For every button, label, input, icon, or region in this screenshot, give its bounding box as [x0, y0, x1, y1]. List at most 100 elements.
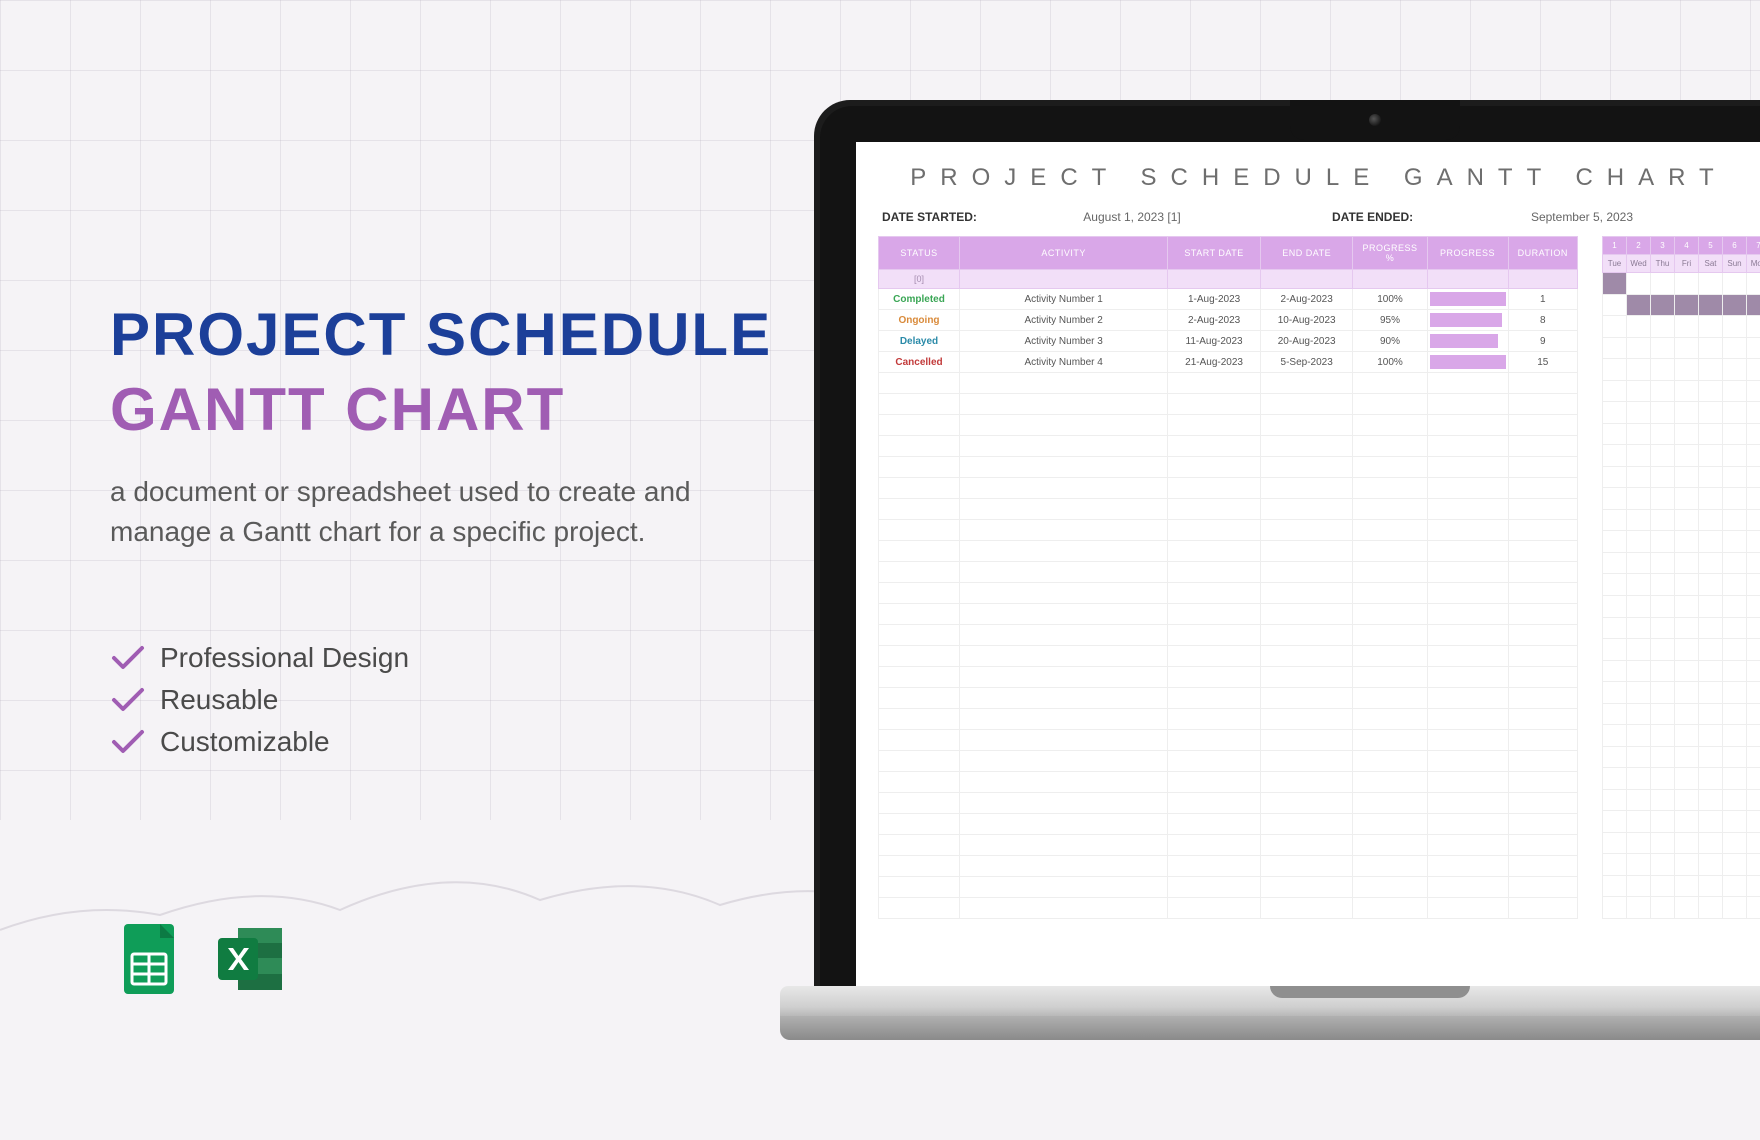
start-cell: 21-Aug-2023: [1168, 352, 1261, 373]
gantt-row: [1603, 337, 1760, 359]
gantt-row: [1603, 359, 1760, 381]
table-row: [879, 730, 1578, 751]
gantt-cell: [1699, 789, 1723, 811]
gantt-cell: [1699, 574, 1723, 596]
gantt-cell: [1675, 552, 1699, 574]
gantt-day-cell: Tue: [1603, 255, 1627, 273]
gantt-cell: [1747, 509, 1760, 531]
gantt-cell: [1603, 359, 1627, 381]
table-row: [879, 814, 1578, 835]
gantt-cell: [1603, 595, 1627, 617]
gantt-cell: [1699, 595, 1723, 617]
activity-cell: Activity Number 4: [960, 352, 1168, 373]
camera-icon: [1369, 114, 1381, 126]
gantt-row: [1603, 811, 1760, 833]
gantt-row: [1603, 832, 1760, 854]
gantt-cell: [1675, 875, 1699, 897]
gantt-number-row: 12345678: [1603, 237, 1760, 255]
gantt-cell: [1603, 316, 1627, 338]
table-header-row: STATUS ACTIVITY START DATE END DATE PROG…: [879, 237, 1578, 270]
table-row: [879, 394, 1578, 415]
gantt-cell: [1699, 488, 1723, 510]
gantt-cell: [1675, 402, 1699, 424]
duration-cell: 9: [1508, 331, 1577, 352]
gantt-cell: [1723, 746, 1747, 768]
pct-cell: 100%: [1353, 289, 1427, 310]
gantt-cell: [1627, 359, 1651, 381]
gantt-cell: [1675, 531, 1699, 553]
microsoft-excel-icon: [212, 920, 290, 998]
gantt-row: [1603, 466, 1760, 488]
table-row: [879, 877, 1578, 898]
gantt-cell: [1603, 832, 1627, 854]
gantt-cell: [1651, 402, 1675, 424]
gantt-cell: [1747, 445, 1760, 467]
gantt-cell: [1675, 445, 1699, 467]
table-row: DelayedActivity Number 311-Aug-202320-Au…: [879, 331, 1578, 352]
laptop-screen: PROJECT SCHEDULE GANTT CHART DATE STARTE…: [856, 142, 1760, 1006]
pct-cell: 90%: [1353, 331, 1427, 352]
feature-label: Reusable: [160, 684, 278, 716]
gantt-cell: [1603, 639, 1627, 661]
table-row: [879, 562, 1578, 583]
gantt-num-cell: 4: [1675, 237, 1699, 255]
gantt-row: [1603, 875, 1760, 897]
gantt-cell: [1603, 682, 1627, 704]
progress-cell: [1427, 331, 1508, 352]
gantt-cell: [1627, 273, 1651, 295]
gantt-cell: [1603, 531, 1627, 553]
gantt-cell: [1675, 746, 1699, 768]
gantt-cell: [1699, 531, 1723, 553]
gantt-cell: [1699, 811, 1723, 833]
gantt-cell: [1627, 423, 1651, 445]
description: a document or spreadsheet used to create…: [110, 472, 730, 552]
gantt-cell: [1699, 509, 1723, 531]
duration-cell: 8: [1508, 310, 1577, 331]
date-started-value: August 1, 2023 [1]: [1002, 210, 1262, 224]
gantt-cell: [1699, 660, 1723, 682]
gantt-cell: [1603, 423, 1627, 445]
title-line-1: PROJECT SCHEDULE: [110, 300, 810, 369]
gantt-cell: [1747, 832, 1760, 854]
gantt-cell: [1675, 768, 1699, 790]
feature-item: Professional Design: [110, 642, 810, 674]
gantt-row: [1603, 316, 1760, 338]
date-ended-value: September 5, 2023: [1452, 210, 1712, 224]
gantt-cell: [1747, 875, 1760, 897]
gantt-cell: [1603, 703, 1627, 725]
gantt-cell: [1627, 466, 1651, 488]
gantt-cell: [1675, 380, 1699, 402]
progress-cell: [1427, 289, 1508, 310]
gantt-cell: [1651, 316, 1675, 338]
gantt-cell: [1723, 832, 1747, 854]
gantt-cell: [1747, 854, 1760, 876]
table-row: [879, 499, 1578, 520]
gantt-row: [1603, 660, 1760, 682]
gantt-row: [1603, 273, 1760, 295]
duration-cell: 15: [1508, 352, 1577, 373]
gantt-row: [1603, 617, 1760, 639]
gantt-cell: [1651, 466, 1675, 488]
gantt-cell: [1603, 746, 1627, 768]
gantt-row: [1603, 531, 1760, 553]
gantt-cell: [1603, 811, 1627, 833]
gantt-cell: [1627, 402, 1651, 424]
gantt-cell: [1651, 854, 1675, 876]
gantt-cell: [1699, 768, 1723, 790]
gantt-row: [1603, 574, 1760, 596]
gantt-cell: [1627, 725, 1651, 747]
gantt-row: [1603, 639, 1760, 661]
status-cell: Cancelled: [879, 352, 960, 373]
gantt-cell: [1699, 423, 1723, 445]
table-row: [879, 415, 1578, 436]
gantt-cell: [1675, 832, 1699, 854]
table-row: [879, 625, 1578, 646]
col-start: START DATE: [1168, 237, 1261, 270]
gantt-cell: [1603, 768, 1627, 790]
laptop-bezel: PROJECT SCHEDULE GANTT CHART DATE STARTE…: [814, 100, 1760, 1000]
gantt-cell: [1723, 639, 1747, 661]
start-cell: 11-Aug-2023: [1168, 331, 1261, 352]
gantt-cell: [1723, 380, 1747, 402]
check-icon: [110, 728, 146, 756]
check-icon: [110, 644, 146, 672]
